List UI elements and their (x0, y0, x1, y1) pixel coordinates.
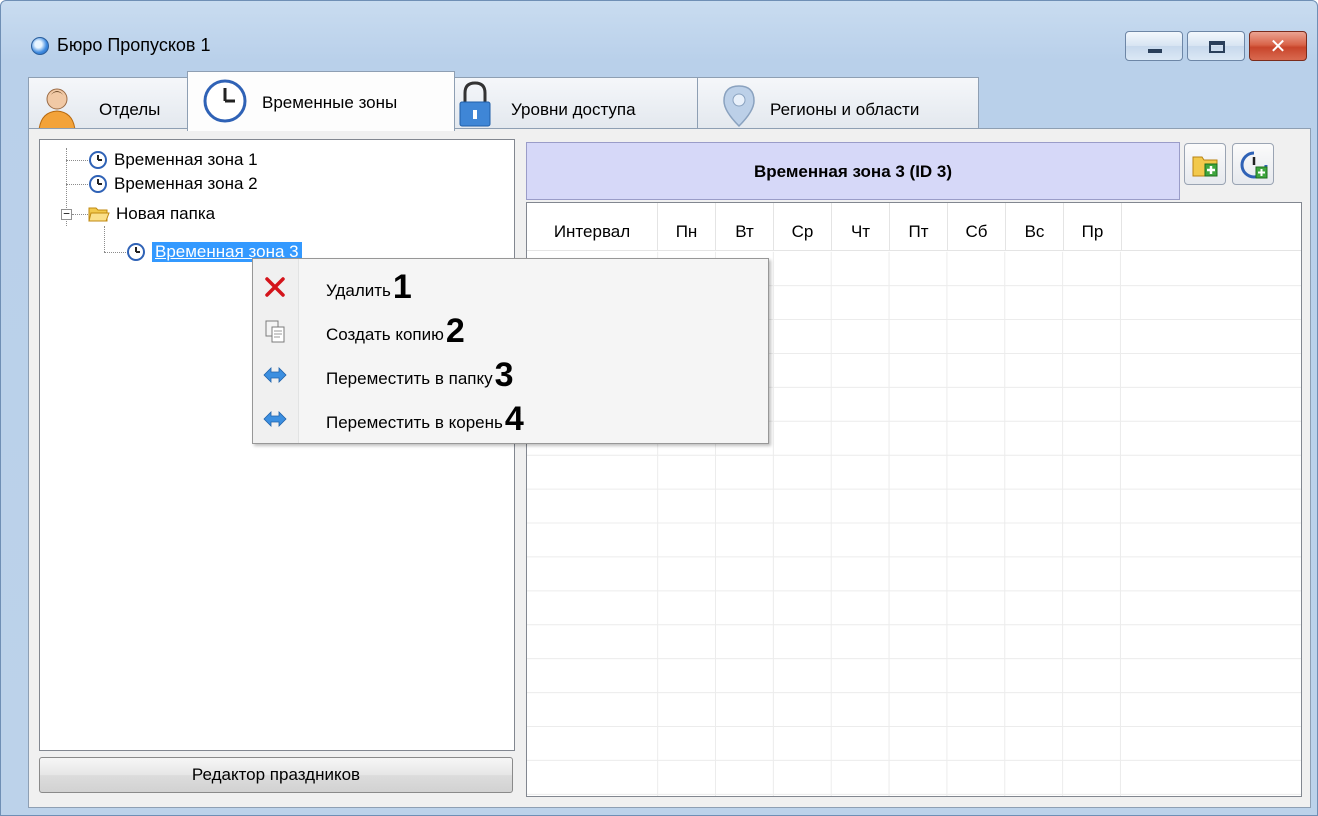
tab-label: Регионы и области (770, 100, 920, 119)
open-folder-icon (88, 207, 110, 222)
title-bar[interactable]: Бюро Пропусков 1 ✕ (1, 1, 1317, 67)
menu-item-move-to-root[interactable]: Переместить в корень4 (253, 397, 768, 439)
tree-item-new-folder[interactable]: Новая папка (88, 202, 215, 226)
tab-time-zones[interactable]: Временные зоны (187, 71, 455, 131)
move-arrow-icon (263, 367, 287, 383)
add-folder-icon (1192, 156, 1218, 177)
close-icon: ✕ (1269, 34, 1287, 58)
delete-x-icon (265, 277, 285, 297)
tab-access-levels[interactable]: Уровни доступа (454, 77, 698, 129)
time-zone-tree[interactable]: − Временная зона 1 Временная зона 2 Нова… (39, 139, 515, 751)
tree-item-time-zone-2[interactable]: Временная зона 2 (88, 172, 258, 196)
column-header-sat[interactable]: Сб (948, 203, 1006, 251)
column-header-wed[interactable]: Ср (774, 203, 832, 251)
add-time-zone-button[interactable] (1232, 143, 1274, 185)
add-time-zone-icon (1240, 151, 1268, 179)
minimize-button[interactable] (1125, 31, 1183, 61)
app-window: Бюро Пропусков 1 ✕ Отделы Временные зоны (0, 0, 1318, 816)
tree-connector (104, 226, 105, 252)
map-pin-icon (723, 85, 755, 128)
maximize-icon (1209, 41, 1225, 53)
copy-icon (265, 320, 285, 343)
tree-item-label: Новая папка (116, 204, 216, 223)
tree-item-label: Временная зона 1 (114, 150, 258, 169)
column-header-tue[interactable]: Вт (716, 203, 774, 251)
padlock-icon (459, 81, 491, 127)
tab-label: Отделы (99, 100, 161, 119)
window-controls: ✕ (1125, 31, 1307, 61)
menu-item-label: Создать копию2 (326, 312, 465, 350)
app-logo-icon (31, 37, 49, 55)
clock-icon (203, 79, 247, 123)
column-header-thu[interactable]: Чт (832, 203, 890, 251)
column-header-mon[interactable]: Пн (658, 203, 716, 251)
clock-icon (127, 243, 145, 261)
context-menu: Удалить1 Создать копию2 Переместить в па… (252, 258, 769, 444)
tab-content-panel: − Временная зона 1 Временная зона 2 Нова… (28, 128, 1311, 808)
move-arrow-icon (263, 411, 287, 427)
person-icon (38, 88, 76, 130)
tree-connector (104, 252, 126, 253)
menu-item-label: Переместить в корень4 (326, 400, 524, 438)
tree-item-time-zone-1[interactable]: Временная зона 1 (88, 148, 258, 172)
close-button[interactable]: ✕ (1249, 31, 1307, 61)
tree-connector (66, 160, 88, 161)
tree-connector (66, 184, 88, 185)
menu-item-label: Переместить в папку3 (326, 356, 514, 394)
tree-collapse-toggle[interactable]: − (61, 208, 72, 220)
column-header-holiday[interactable]: Пр (1064, 203, 1122, 251)
holiday-editor-button[interactable]: Редактор праздников (39, 757, 513, 793)
minimize-icon (1148, 49, 1162, 53)
column-header-sun[interactable]: Вс (1006, 203, 1064, 251)
column-header-interval[interactable]: Интервал (527, 203, 658, 251)
tab-label: Временные зоны (262, 93, 398, 112)
clock-icon (89, 175, 107, 193)
menu-item-move-to-folder[interactable]: Переместить в папку3 (253, 353, 768, 395)
menu-item-create-copy[interactable]: Создать копию2 (253, 309, 768, 351)
tab-regions[interactable]: Регионы и области (697, 77, 979, 129)
clock-icon (89, 151, 107, 169)
tab-departments[interactable]: Отделы (28, 77, 188, 130)
menu-item-label: Удалить1 (326, 268, 412, 306)
time-zone-header: Временная зона 3 (ID 3) (526, 142, 1180, 200)
column-header-fri[interactable]: Пт (890, 203, 948, 251)
maximize-button[interactable] (1187, 31, 1245, 61)
grid-header-row: Интервал Пн Вт Ср Чт Пт Сб Вс Пр (527, 203, 1301, 251)
menu-item-delete[interactable]: Удалить1 (253, 265, 768, 307)
add-folder-button[interactable] (1184, 143, 1226, 185)
tab-label: Уровни доступа (511, 100, 636, 119)
window-title: Бюро Пропусков 1 (57, 35, 211, 55)
tree-connector (72, 214, 88, 215)
tree-item-label: Временная зона 2 (114, 174, 258, 193)
